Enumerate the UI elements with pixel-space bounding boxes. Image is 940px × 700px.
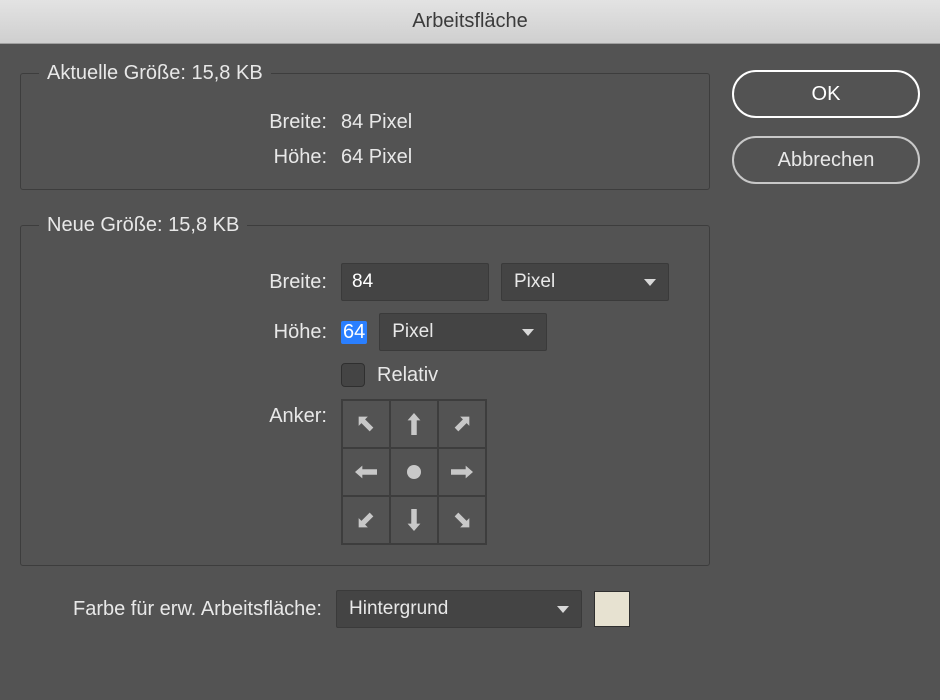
current-width-label: Breite:	[39, 111, 329, 134]
new-width-unit-value: Pixel	[514, 271, 555, 293]
anchor-w-button[interactable]	[342, 448, 390, 496]
ok-button[interactable]: OK	[732, 70, 920, 118]
new-height-input[interactable]: 64	[341, 321, 367, 344]
extension-color-label: Farbe für erw. Arbeitsfläche:	[20, 598, 324, 621]
anchor-center-icon	[407, 465, 421, 479]
new-size-legend: Neue Größe: 15,8 KB	[39, 214, 247, 237]
new-height-value-text: 64	[341, 321, 367, 344]
current-height-label: Höhe:	[39, 146, 329, 169]
anchor-n-button[interactable]	[390, 400, 438, 448]
chevron-down-icon	[557, 606, 569, 613]
anchor-nw-button[interactable]	[342, 400, 390, 448]
current-size-legend: Aktuelle Größe: 15,8 KB	[39, 62, 271, 85]
dialog-titlebar: Arbeitsfläche	[0, 0, 940, 44]
anchor-grid	[341, 399, 487, 545]
new-width-unit-select[interactable]: Pixel	[501, 263, 669, 301]
extension-color-value: Hintergrund	[349, 598, 448, 620]
new-size-group: Neue Größe: 15,8 KB Breite: Pixel Höhe: …	[20, 214, 710, 566]
new-height-unit-select[interactable]: Pixel	[379, 313, 547, 351]
current-width-value: 84 Pixel	[341, 111, 412, 134]
relative-label: Relativ	[377, 364, 438, 387]
extension-color-select[interactable]: Hintergrund	[336, 590, 582, 628]
anchor-center-button[interactable]	[390, 448, 438, 496]
anchor-ne-button[interactable]	[438, 400, 486, 448]
extension-color-swatch[interactable]	[594, 591, 630, 627]
anchor-e-button[interactable]	[438, 448, 486, 496]
new-height-label: Höhe:	[39, 321, 329, 344]
new-width-label: Breite:	[39, 271, 329, 294]
chevron-down-icon	[644, 279, 656, 286]
anchor-sw-button[interactable]	[342, 496, 390, 544]
dialog-title: Arbeitsfläche	[412, 10, 528, 33]
current-size-group: Aktuelle Größe: 15,8 KB Breite: 84 Pixel…	[20, 62, 710, 190]
cancel-button[interactable]: Abbrechen	[732, 136, 920, 184]
new-height-unit-value: Pixel	[392, 321, 433, 343]
current-height-value: 64 Pixel	[341, 146, 412, 169]
anchor-s-button[interactable]	[390, 496, 438, 544]
new-width-input[interactable]	[341, 263, 489, 301]
anchor-label: Anker:	[39, 399, 329, 428]
relative-checkbox[interactable]	[341, 363, 365, 387]
chevron-down-icon	[522, 329, 534, 336]
anchor-se-button[interactable]	[438, 496, 486, 544]
